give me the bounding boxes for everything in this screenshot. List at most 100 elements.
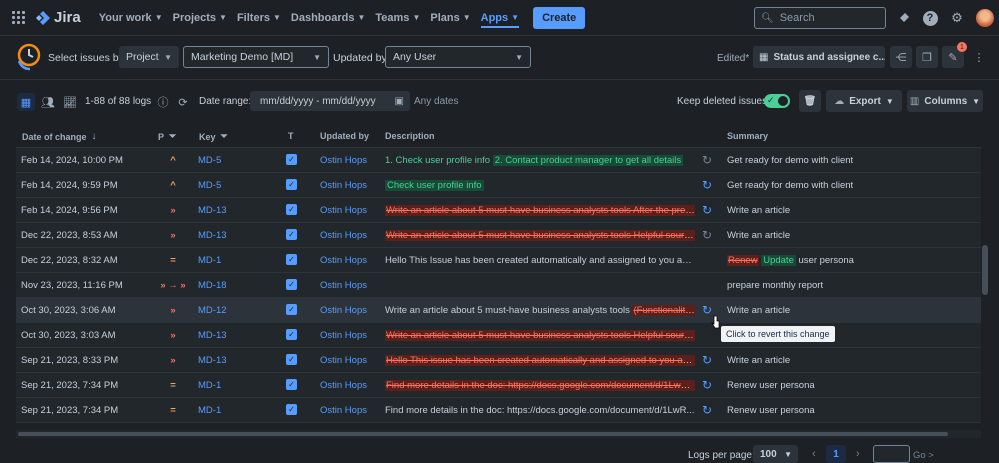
updated-by-link[interactable]: Ostin Hops (320, 180, 367, 191)
horizontal-scrollbar[interactable] (16, 430, 981, 438)
updated-by-link[interactable]: Ostin Hops (320, 155, 367, 166)
search-input[interactable]: 🔍︎ Search (754, 7, 886, 29)
revert-icon[interactable]: ↻ (700, 378, 714, 392)
table-row[interactable]: Feb 14, 2024, 9:59 PM ^ MD-5 ✓ Ostin Hops Che… (16, 173, 981, 198)
table-row[interactable]: Sep 21, 2023, 7:34 PM = MD-1 ✓ Ostin Hops Fin… (16, 373, 981, 398)
filter-icon[interactable]: ⏷ (221, 131, 228, 142)
revert-icon[interactable]: ↻ (700, 353, 714, 367)
table-row[interactable]: Dec 22, 2023, 8:53 AM » MD-13 ✓ Ostin Hops Wr… (16, 223, 981, 248)
description-cell: Hello This issue has been created automa… (385, 355, 695, 366)
user-avatar[interactable] (976, 9, 994, 27)
refresh-button[interactable]: ⟳ (174, 93, 192, 111)
filter-icon[interactable]: ⏷ (169, 131, 176, 142)
more-options-button[interactable]: ⋮ (968, 46, 990, 68)
issue-key-link[interactable]: MD-12 (198, 305, 227, 316)
updated-by-link[interactable]: Ostin Hops (320, 230, 367, 241)
revert-icon[interactable]: ↻ (700, 403, 714, 417)
go-button[interactable]: Go > (913, 450, 934, 461)
header-summary-label: Summary (727, 131, 769, 141)
help-icon[interactable]: ? (922, 10, 938, 26)
columns-button[interactable]: ▥ Columns ▼ (907, 90, 983, 112)
saved-view-button[interactable]: ▦ Status and assignee c... (753, 46, 885, 68)
create-button[interactable]: Create (533, 6, 586, 29)
settings-gear-icon[interactable]: ⚙ (949, 10, 965, 26)
issue-key-link[interactable]: MD-1 (198, 255, 221, 266)
copy-button[interactable]: ❐ (916, 46, 938, 68)
header-description[interactable]: Description (385, 131, 435, 141)
nav-plans[interactable]: Plans ▼ (430, 8, 470, 28)
table-row[interactable]: Sep 21, 2023, 7:34 PM = MD-1 ✓ Ostin Hops Fin… (16, 398, 981, 423)
table-row[interactable]: Oct 30, 2023, 3:06 AM » MD-12 ✓ Ostin Hops Wr… (16, 298, 981, 323)
table-view-button[interactable]: ▦ (17, 93, 35, 111)
export-button[interactable]: ☁ Export ▼ (826, 90, 902, 112)
nav-dashboards[interactable]: Dashboards ▼ (291, 8, 366, 28)
info-button[interactable]: ⓘ (154, 93, 172, 111)
copy-icon: ❐ (922, 51, 932, 64)
header-date[interactable]: Date of change ↓ (22, 131, 97, 142)
people-view-button[interactable]: 👥︎ (39, 93, 57, 111)
issue-key-link[interactable]: MD-13 (198, 355, 227, 366)
chart-view-button[interactable]: 📈︎ (61, 93, 79, 111)
revert-icon[interactable]: ↻ (700, 203, 714, 217)
table-row[interactable]: Sep 21, 2023, 8:33 PM » MD-13 ✓ Ostin Hops He… (16, 348, 981, 373)
nav-your-work[interactable]: Your work ▼ (99, 8, 163, 28)
notifications-icon[interactable] (895, 10, 911, 26)
issue-key-link[interactable]: MD-13 (198, 230, 227, 241)
issue-type-task-icon: ✓ (286, 154, 297, 165)
app-switcher-icon[interactable] (12, 10, 26, 25)
updated-by-link[interactable]: Ostin Hops (320, 330, 367, 341)
issue-key-link[interactable]: MD-1 (198, 380, 221, 391)
revert-icon[interactable]: ↻ (700, 153, 714, 167)
date-range-input[interactable]: mm/dd/yyyy - mm/dd/yyyy ▣ (250, 91, 410, 111)
logs-per-page-select[interactable]: 100 ▼ (753, 445, 798, 463)
table-row[interactable]: Dec 22, 2023, 8:32 AM = MD-1 ✓ Ostin Hops Hel… (16, 248, 981, 273)
table-row[interactable]: Feb 14, 2024, 9:56 PM » MD-13 ✓ Ostin Hops Wr… (16, 198, 981, 223)
issue-key-link[interactable]: MD-13 (198, 205, 227, 216)
updated-by-link[interactable]: Ostin Hops (320, 305, 367, 316)
project-select[interactable]: Marketing Demo [MD] ▼ (183, 46, 329, 68)
prev-page-icon[interactable]: ‹ (812, 448, 816, 460)
page-current[interactable]: 1 (826, 445, 846, 463)
mouse-pointer-icon (711, 315, 720, 329)
go-to-page-input[interactable] (873, 445, 910, 463)
nav-projects[interactable]: Projects ▼ (173, 8, 227, 28)
updated-by-link[interactable]: Ostin Hops (320, 280, 367, 291)
header-key[interactable]: Key ⏷ (199, 131, 228, 142)
revert-icon[interactable]: ↻ (700, 228, 714, 242)
scrollbar-thumb[interactable] (18, 432, 948, 436)
issue-key-link[interactable]: MD-1 (198, 405, 221, 416)
revert-icon[interactable]: ↻ (700, 178, 714, 192)
updated-by-link[interactable]: Ostin Hops (320, 255, 367, 266)
description-cell: Check user profile info (385, 180, 695, 191)
header-type[interactable]: T (288, 131, 294, 141)
table-row[interactable]: Nov 23, 2023, 11:16 PM » → » MD-18 ✓ Ostin H… (16, 273, 981, 298)
issue-key-link[interactable]: MD-18 (198, 280, 227, 291)
nav-filters[interactable]: Filters ▼ (237, 8, 281, 28)
scope-select[interactable]: Project ▼ (119, 46, 179, 68)
table-header: Date of change ↓ P ⏷ Key ⏷ T Updated by Des… (16, 122, 981, 148)
header-summary[interactable]: Summary (727, 131, 768, 141)
updated-by-link[interactable]: Ostin Hops (320, 205, 367, 216)
updated-by-link[interactable]: Ostin Hops (320, 380, 367, 391)
keep-deleted-toggle[interactable]: ✓ (764, 94, 790, 108)
issue-type-task-icon: ✓ (286, 204, 297, 215)
share-button[interactable]: ⋲ (890, 46, 912, 68)
delete-button[interactable]: 🗑︎ (799, 90, 821, 112)
issue-key-link[interactable]: MD-5 (198, 155, 221, 166)
table-row[interactable]: Oct 30, 2023, 3:03 AM » MD-13 ✓ Ostin Hops Wr… (16, 323, 981, 348)
table-row[interactable]: Feb 14, 2024, 10:00 PM ^ MD-5 ✓ Ostin Hops 1.… (16, 148, 981, 173)
nav-teams[interactable]: Teams ▼ (375, 8, 420, 28)
vertical-scrollbar[interactable] (982, 245, 988, 295)
issue-key-link[interactable]: MD-13 (198, 330, 227, 341)
issue-key-link[interactable]: MD-5 (198, 180, 221, 191)
header-priority[interactable]: P ⏷ (158, 131, 176, 142)
pin-button[interactable]: ✎ 1 (942, 42, 967, 68)
updated-by-link[interactable]: Ostin Hops (320, 355, 367, 366)
nav-apps[interactable]: Apps ▼ (480, 12, 520, 28)
next-page-icon[interactable]: › (856, 448, 860, 460)
header-updated-by[interactable]: Updated by (320, 131, 369, 141)
updated-by-link[interactable]: Ostin Hops (320, 405, 367, 416)
priority-icon: » (170, 305, 176, 316)
updated-by-select[interactable]: Any User ▼ (385, 46, 531, 68)
jira-logo[interactable]: Jira (36, 9, 81, 26)
